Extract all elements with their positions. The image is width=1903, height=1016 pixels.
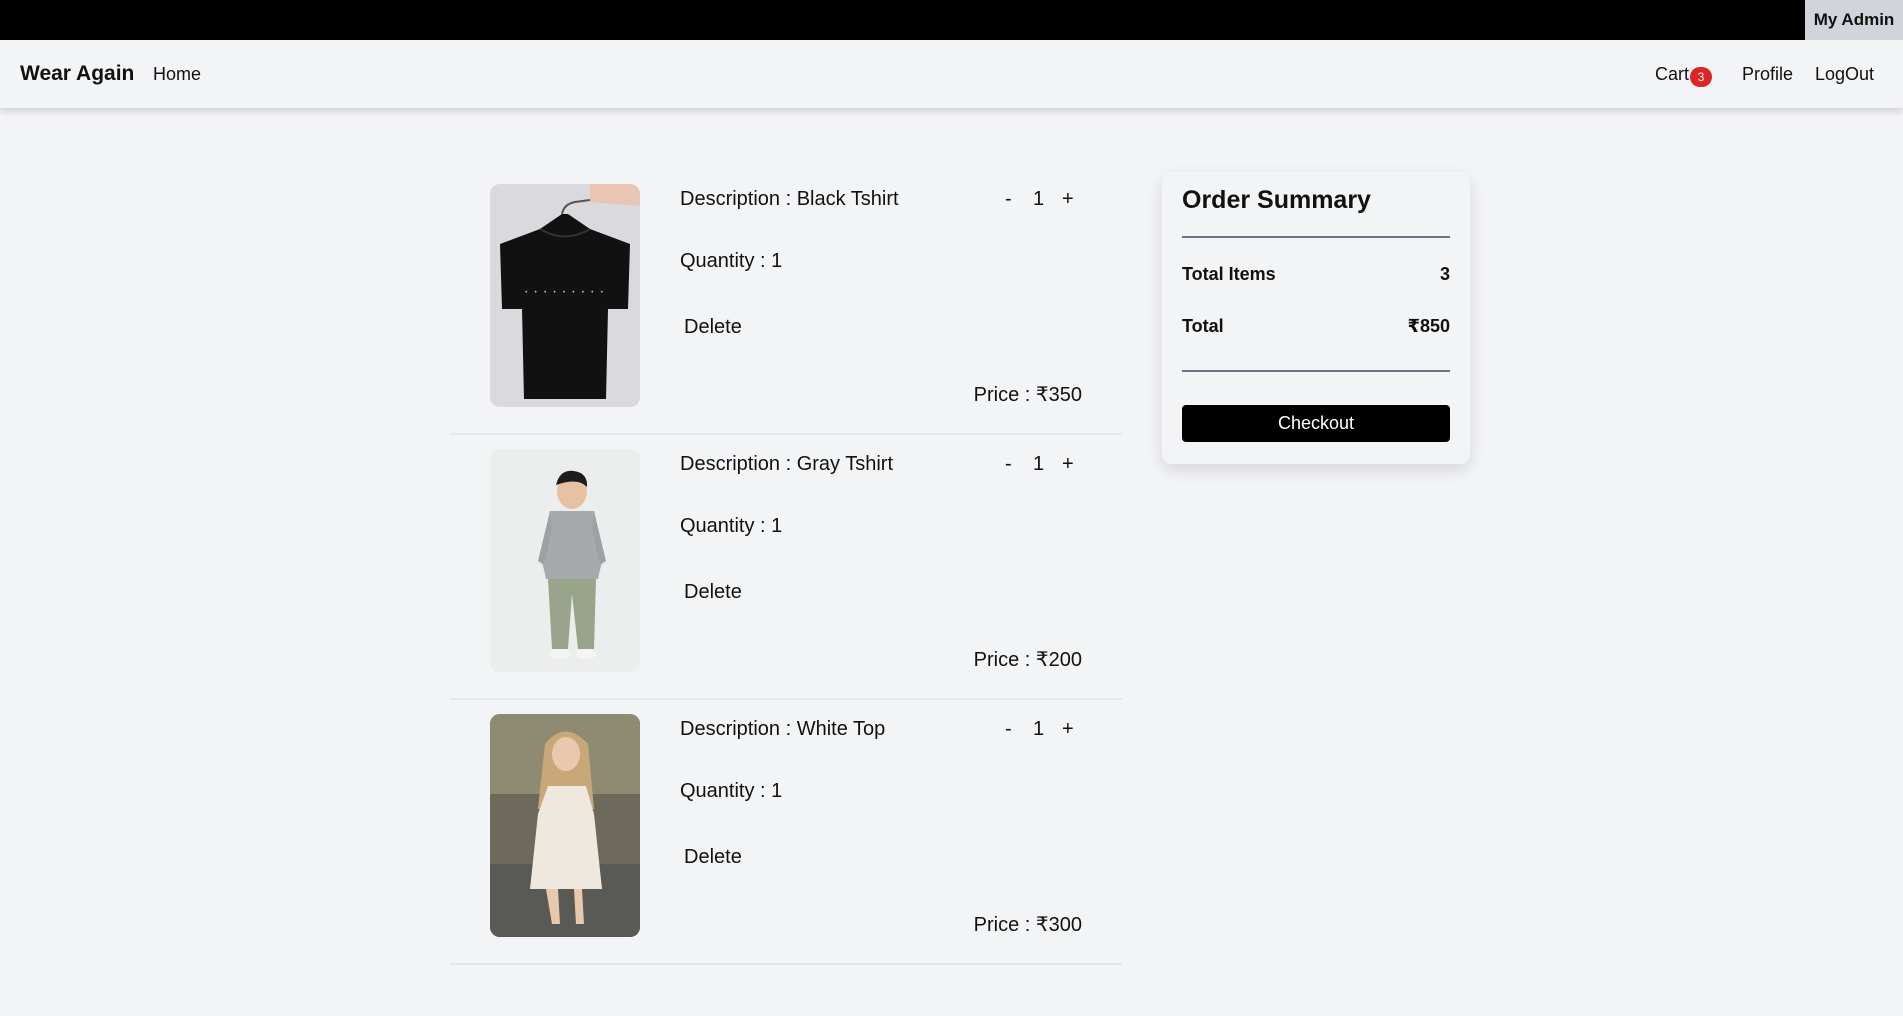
item-quantity: Quantity : 1 bbox=[680, 250, 783, 272]
increase-qty-button[interactable]: + bbox=[1062, 718, 1074, 741]
cart-item: • • • • • • • • • Description : Black Ts… bbox=[450, 170, 1122, 435]
item-price: Price : ₹350 bbox=[973, 384, 1082, 406]
delete-item-button[interactable]: Delete bbox=[684, 581, 742, 604]
increase-qty-button[interactable]: + bbox=[1062, 188, 1074, 211]
cart-item: Description : Gray Tshirt - 1 + Quantity… bbox=[450, 435, 1122, 700]
total-label: Total bbox=[1182, 316, 1224, 336]
item-quantity: Quantity : 1 bbox=[680, 780, 783, 802]
delete-item-button[interactable]: Delete bbox=[684, 316, 742, 339]
increase-qty-button[interactable]: + bbox=[1062, 453, 1074, 476]
item-description: Description : Gray Tshirt bbox=[680, 453, 894, 475]
item-qty-value: 1 bbox=[1033, 718, 1045, 740]
cart-item: Description : White Top - 1 + Quantity :… bbox=[450, 700, 1122, 965]
delete-item-button[interactable]: Delete bbox=[684, 846, 742, 869]
nav-cart-label: Cart bbox=[1655, 64, 1690, 84]
product-image-black-tshirt: • • • • • • • • • bbox=[490, 184, 640, 407]
brand-logo[interactable]: Wear Again bbox=[20, 62, 134, 86]
decrease-qty-button[interactable]: - bbox=[1005, 453, 1012, 476]
item-quantity: Quantity : 1 bbox=[680, 515, 783, 537]
svg-text:• • • • • • • • •: • • • • • • • • • bbox=[524, 289, 605, 296]
product-image-white-top bbox=[490, 714, 640, 937]
decrease-qty-button[interactable]: - bbox=[1005, 188, 1012, 211]
nav-logout-link[interactable]: LogOut bbox=[1815, 64, 1874, 85]
total-items-label: Total Items bbox=[1182, 264, 1276, 284]
item-qty-value: 1 bbox=[1033, 453, 1045, 475]
item-qty-value: 1 bbox=[1033, 188, 1045, 210]
item-price: Price : ₹300 bbox=[973, 914, 1082, 936]
nav-profile-link[interactable]: Profile bbox=[1742, 64, 1793, 85]
product-image-gray-tshirt bbox=[490, 449, 640, 672]
top-bar: My Admin bbox=[0, 0, 1903, 40]
item-price: Price : ₹200 bbox=[973, 649, 1082, 671]
summary-divider bbox=[1182, 236, 1450, 238]
total-items-value: 3 bbox=[1439, 264, 1450, 284]
nav-home-link[interactable]: Home bbox=[153, 64, 201, 85]
order-summary-card: Order Summary Total Items 3 Total ₹850 C… bbox=[1162, 172, 1470, 464]
item-description: Description : Black Tshirt bbox=[680, 188, 899, 210]
summary-divider bbox=[1182, 370, 1450, 372]
total-value: ₹850 bbox=[1407, 316, 1450, 336]
checkout-button[interactable]: Checkout bbox=[1182, 405, 1450, 442]
cart-count-badge: 3 bbox=[1690, 67, 1713, 87]
item-description: Description : White Top bbox=[680, 718, 886, 740]
decrease-qty-button[interactable]: - bbox=[1005, 718, 1012, 741]
my-admin-button[interactable]: My Admin bbox=[1805, 0, 1903, 40]
navbar: Wear Again Home Cart 3 Profile LogOut bbox=[0, 40, 1903, 108]
order-summary-title: Order Summary bbox=[1182, 186, 1371, 214]
nav-cart-link[interactable]: Cart 3 bbox=[1655, 64, 1713, 87]
